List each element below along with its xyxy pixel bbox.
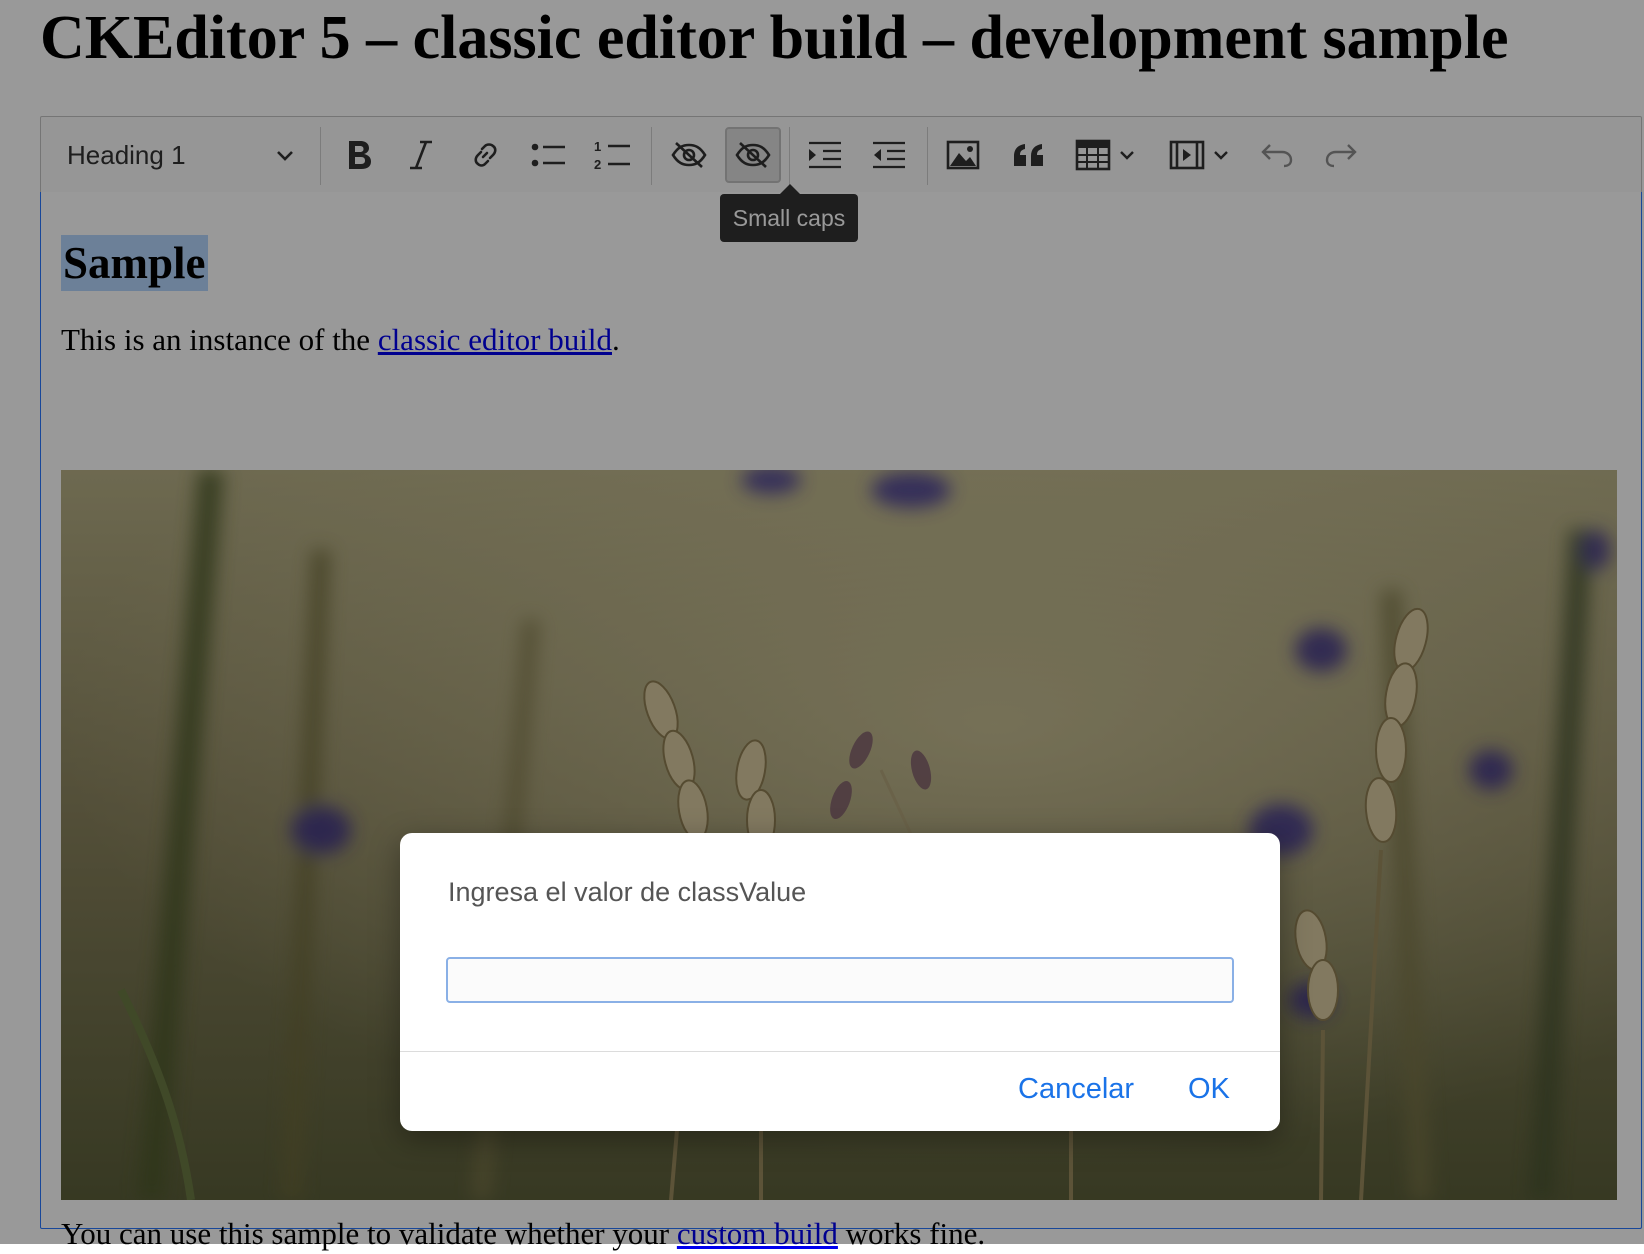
cancel-button[interactable]: Cancelar <box>1018 1073 1134 1106</box>
prompt-dialog: Ingresa el valor de classValue Cancelar … <box>400 833 1280 1131</box>
prompt-input[interactable] <box>446 957 1234 1003</box>
prompt-message: Ingresa el valor de classValue <box>448 877 807 907</box>
ok-button[interactable]: OK <box>1188 1073 1230 1106</box>
dialog-divider <box>400 1051 1280 1052</box>
